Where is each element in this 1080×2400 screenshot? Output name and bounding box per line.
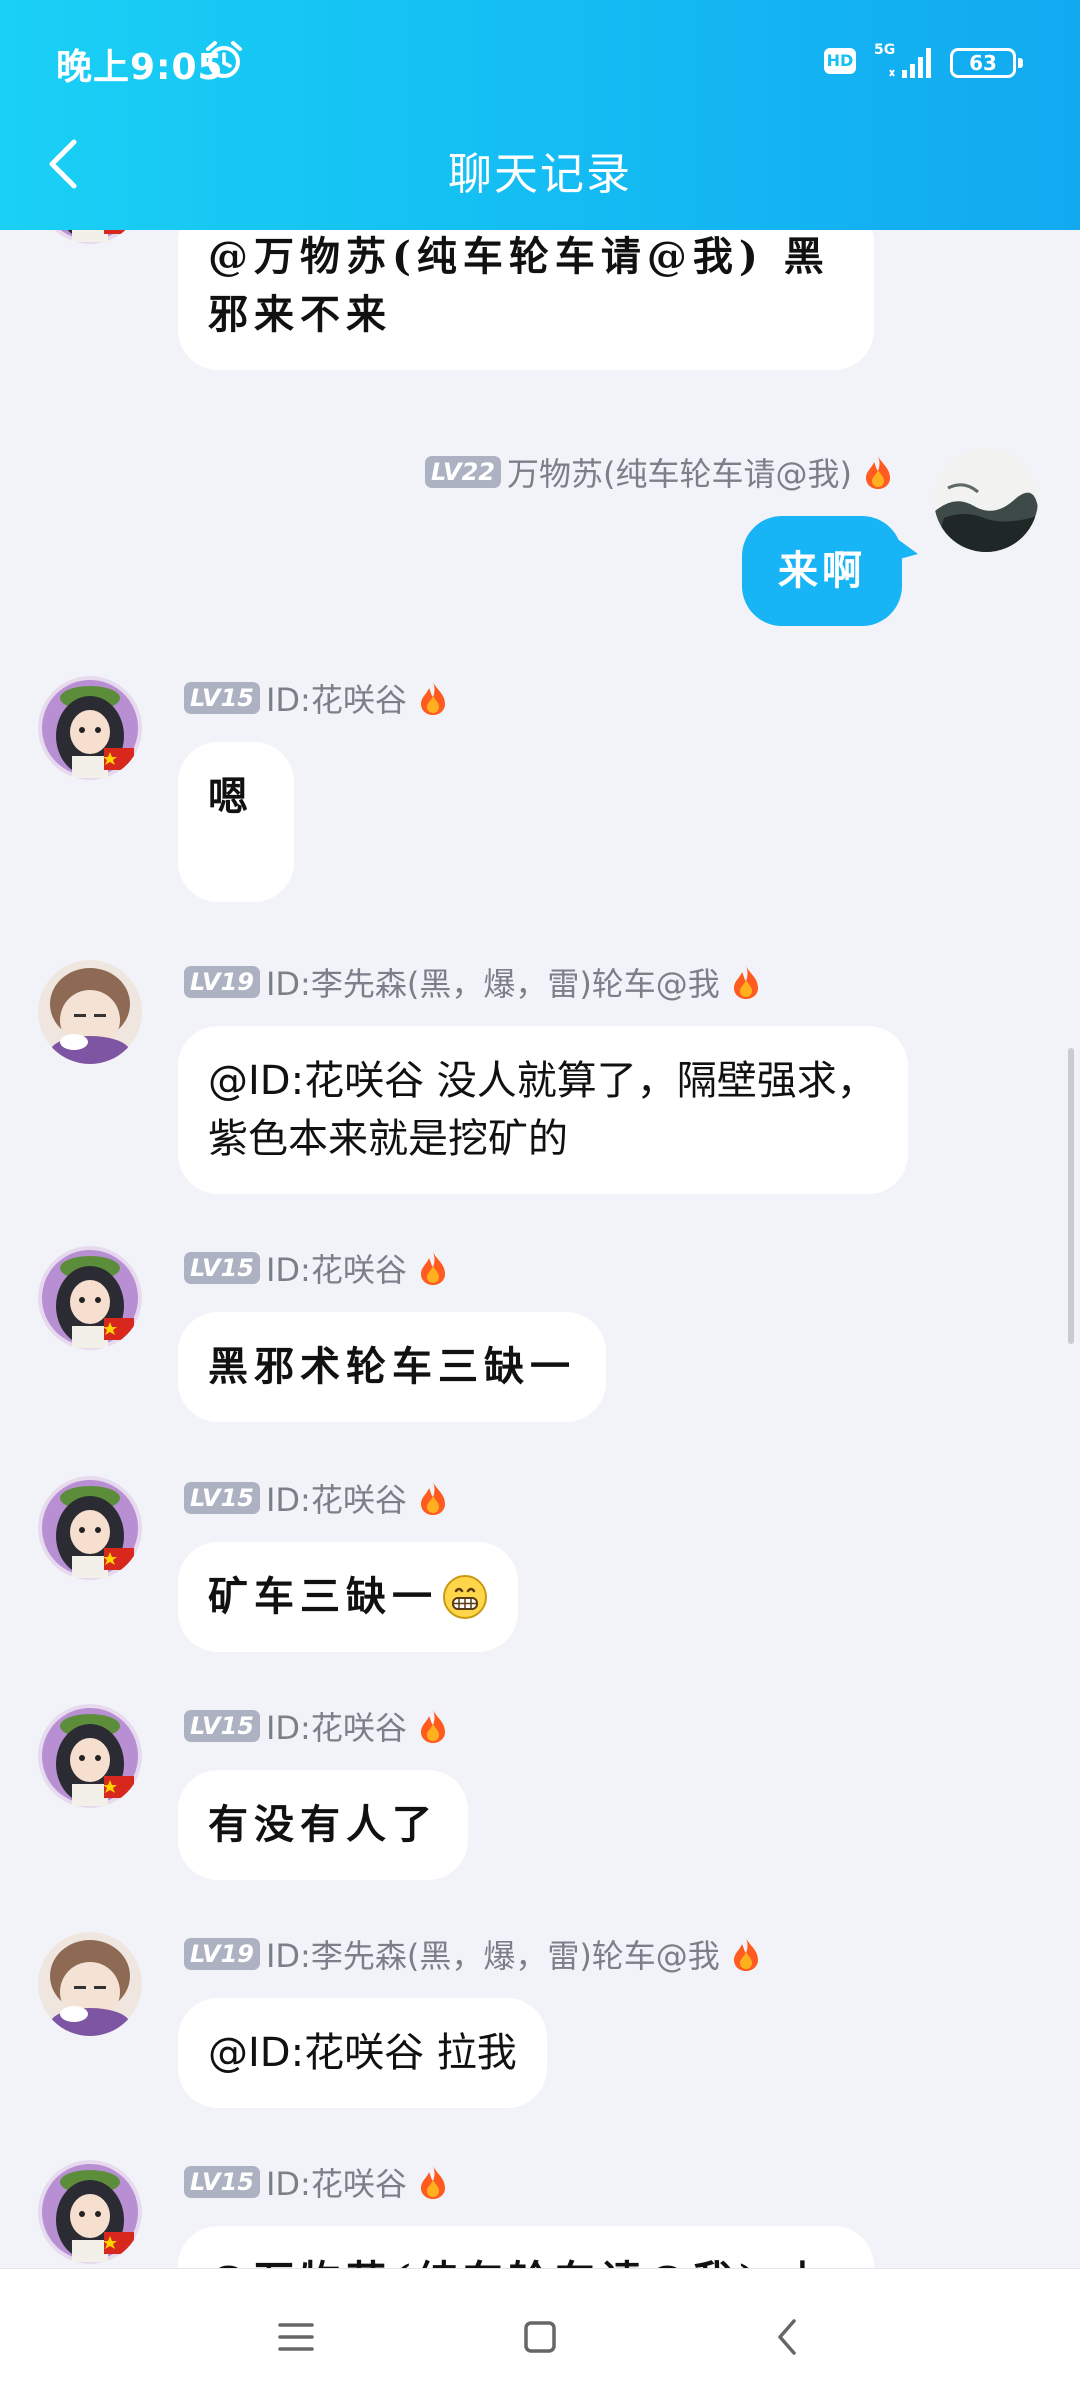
nickname-row: LV22 万物苏(纯车轮车请@我) [425, 449, 894, 495]
message-bubble[interactable]: @万物苏(纯车轮车请@我) 黑邪来不来 [178, 230, 874, 370]
level-badge: LV19 [184, 966, 260, 998]
anime-girl-leaf-avatar[interactable] [38, 1704, 142, 1808]
app-header: 晚上9:05 HD 5G 63 聊天记录 [0, 0, 1080, 230]
status-bar: 晚上9:05 HD 5G 63 [0, 0, 1080, 120]
level-badge: LV22 [425, 456, 502, 488]
message-bubble[interactable]: @万物苏(纯车轮车请@我) 上线 [178, 2226, 874, 2268]
my-message-bubble[interactable]: 来啊 [742, 516, 902, 626]
fire-icon [417, 680, 449, 716]
message-bubble[interactable]: 有没有人了 [178, 1770, 468, 1880]
level-badge: LV15 [184, 1710, 260, 1742]
fire-icon [417, 1250, 449, 1286]
grinning-face-emoji [443, 1575, 487, 1619]
bubble-tail [896, 538, 918, 560]
anime-girl-leaf-avatar[interactable] [38, 1246, 142, 1350]
fire-icon [730, 1936, 762, 1972]
anime-girl-leaf-avatar[interactable] [38, 230, 142, 244]
fire-icon [417, 1480, 449, 1516]
alarm-icon [206, 41, 242, 78]
fire-icon [417, 2164, 449, 2200]
level-badge: LV15 [184, 682, 260, 714]
scrollbar[interactable] [1068, 1048, 1074, 1344]
level-badge: LV15 [184, 2166, 260, 2198]
nickname[interactable]: 万物苏(纯车轮车请@我) [507, 449, 852, 495]
message-bubble[interactable]: 嗯 [178, 742, 294, 902]
status-time: 晚上9:05 [56, 47, 224, 88]
fire-icon [862, 454, 894, 490]
nickname[interactable]: ID:李先森(黑，爆，雷)轮车@我 [266, 1931, 720, 1977]
nickname-row: LV15 ID:花咲谷 [184, 1245, 449, 1291]
message-bubble[interactable]: @ID:花咲谷 没人就算了，隔壁强求，紫色本来就是挖矿的 [178, 1026, 908, 1194]
signal-icon [889, 48, 931, 78]
fire-icon [730, 964, 762, 1000]
nickname[interactable]: ID:花咲谷 [266, 675, 407, 721]
anime-girl-leaf-avatar[interactable] [38, 1476, 142, 1580]
nickname[interactable]: ID:花咲谷 [266, 1245, 407, 1291]
nickname[interactable]: ID:花咲谷 [266, 1475, 407, 1521]
level-badge: LV15 [184, 1482, 260, 1514]
battery-icon: 63 [950, 48, 1023, 78]
level-badge: LV15 [184, 1252, 260, 1284]
message-text: 矿车三缺一 [208, 1573, 438, 1620]
page-title: 聊天记录 [448, 149, 632, 200]
nickname-row: LV15 ID:花咲谷 [184, 1703, 449, 1749]
nickname-row: LV15 ID:花咲谷 [184, 2159, 449, 2205]
chat-history-list[interactable]: @万物苏(纯车轮车请@我) 黑邪来不来 LV22 万物苏(纯车轮车请@我) 来啊… [0, 230, 1080, 2268]
nickname-row: LV19 ID:李先森(黑，爆，雷)轮车@我 [184, 1931, 762, 1977]
message-bubble[interactable]: @ID:花咲谷 拉我 [178, 1998, 547, 2108]
fire-icon [417, 1708, 449, 1744]
anime-girl-leaf-avatar[interactable] [38, 2160, 142, 2264]
nickname[interactable]: ID:李先森(黑，爆，雷)轮车@我 [266, 959, 720, 1005]
anime-girl-leaf-avatar[interactable] [38, 676, 142, 780]
hd-badge: HD [824, 48, 856, 74]
nickname-row: LV15 ID:花咲谷 [184, 1475, 449, 1521]
back-triangle-icon[interactable] [760, 2309, 816, 2365]
message-bubble[interactable]: 黑邪术轮车三缺一 [178, 1312, 606, 1422]
nickname-row: LV19 ID:李先森(黑，爆，雷)轮车@我 [184, 959, 762, 1005]
menu-icon[interactable] [268, 2309, 324, 2365]
nickname[interactable]: ID:花咲谷 [266, 2159, 407, 2205]
message-bubble[interactable]: 矿车三缺一 [178, 1542, 518, 1652]
system-navigation-bar [0, 2268, 1080, 2400]
home-square-icon[interactable] [512, 2309, 568, 2365]
anime-boy-avatar[interactable] [38, 960, 142, 1064]
level-badge: LV19 [184, 1938, 260, 1970]
anime-boy-avatar[interactable] [38, 1932, 142, 2036]
nickname[interactable]: ID:花咲谷 [266, 1703, 407, 1749]
nickname-row: LV15 ID:花咲谷 [184, 675, 449, 721]
ink-landscape-avatar[interactable] [934, 448, 1038, 552]
